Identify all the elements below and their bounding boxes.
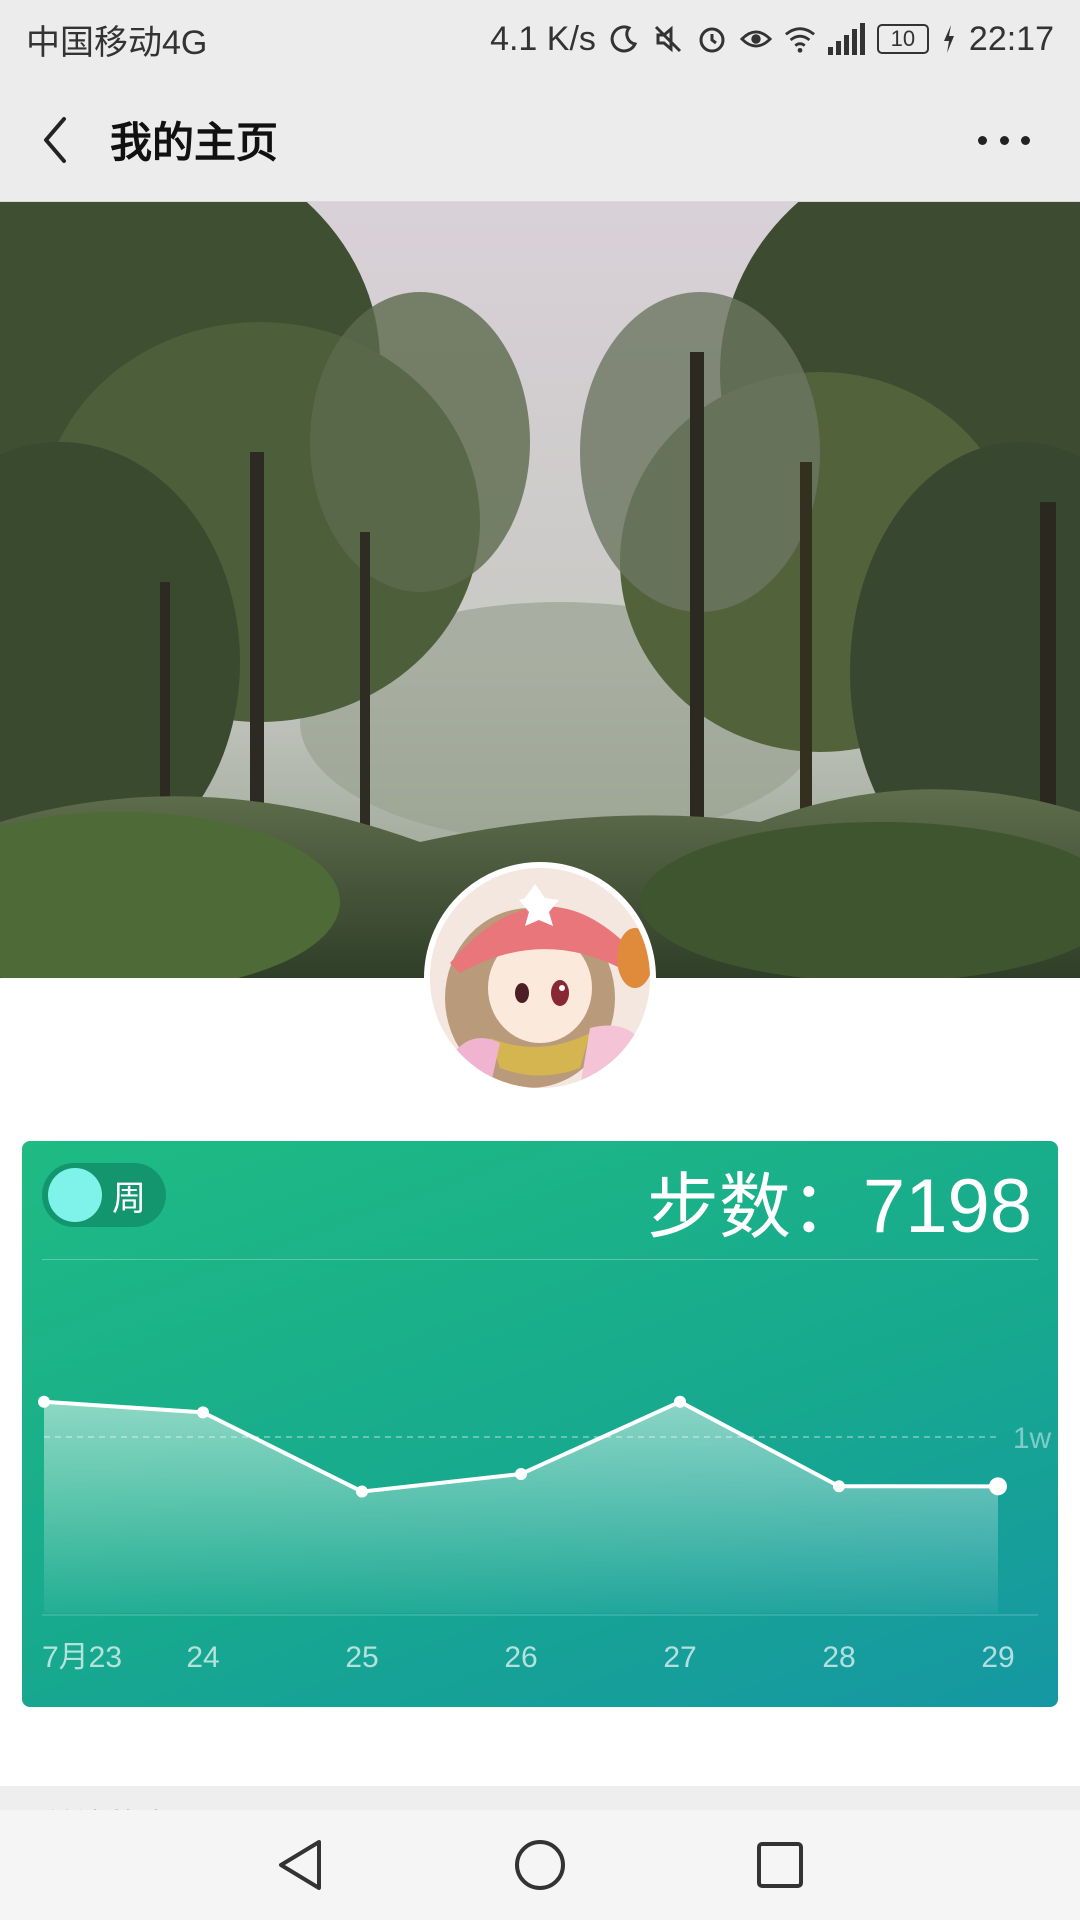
avatar[interactable]: [424, 862, 656, 1094]
follow-label: 关注的人: [44, 1800, 172, 1810]
charging-icon: [941, 22, 957, 56]
step-chart: 1w 7月23 24 25 26 27 28 29: [38, 1395, 1052, 1674]
chart-area: [44, 1401, 998, 1613]
home-circle-icon: [515, 1840, 565, 1890]
x-tick-label: 7月23: [42, 1641, 122, 1674]
data-point[interactable]: [674, 1395, 686, 1408]
carrier-label: 中国移动4G: [26, 23, 208, 62]
follow-section: 关注的人: [0, 1786, 1080, 1810]
more-button[interactable]: [964, 120, 1044, 160]
x-tick-label: 24: [186, 1641, 219, 1674]
4g-signal-icon: [827, 23, 865, 55]
nav-back-button[interactable]: [250, 1815, 350, 1915]
more-dots-icon: [978, 135, 987, 145]
x-tick-label: 28: [822, 1641, 855, 1674]
reference-label: 1w: [1013, 1422, 1052, 1455]
mute-icon: [652, 22, 684, 56]
page-title: 我的主页: [110, 119, 279, 166]
clock: 22:17: [968, 19, 1054, 58]
status-bar: 中国移动4G 4.1 K/s 10 22:17: [0, 0, 1080, 78]
x-tick-label: 26: [504, 1641, 537, 1674]
data-point[interactable]: [197, 1406, 209, 1419]
alarm-icon: [696, 22, 728, 56]
data-point[interactable]: [989, 1477, 1007, 1496]
x-tick-label: 25: [345, 1641, 378, 1674]
chevron-left-icon: [44, 116, 66, 163]
x-tick-label: 27: [663, 1641, 696, 1674]
moon-icon: [608, 22, 640, 56]
system-nav-bar: [0, 1810, 1080, 1920]
back-triangle-icon: [279, 1840, 321, 1890]
wifi-icon: [784, 22, 816, 56]
back-button[interactable]: [0, 78, 110, 202]
nav-home-button[interactable]: [490, 1815, 590, 1915]
data-point[interactable]: [356, 1485, 368, 1498]
status-icons: 4.1 K/s 10 22:17: [490, 20, 1054, 59]
x-tick-label: 29: [981, 1641, 1014, 1674]
data-point[interactable]: [833, 1480, 845, 1493]
step-card[interactable]: 周 步数： 7198 1w 7月23 24 25 26 27 28 29: [22, 1141, 1058, 1707]
data-point[interactable]: [38, 1395, 50, 1408]
title-bar: 我的主页: [0, 78, 1080, 202]
data-point[interactable]: [515, 1467, 527, 1480]
recents-square-icon: [757, 1842, 803, 1888]
battery-icon: 10: [876, 24, 929, 54]
net-speed: 4.1 K/s: [490, 19, 596, 58]
eye-icon: [739, 22, 772, 56]
nav-recents-button[interactable]: [730, 1815, 830, 1915]
